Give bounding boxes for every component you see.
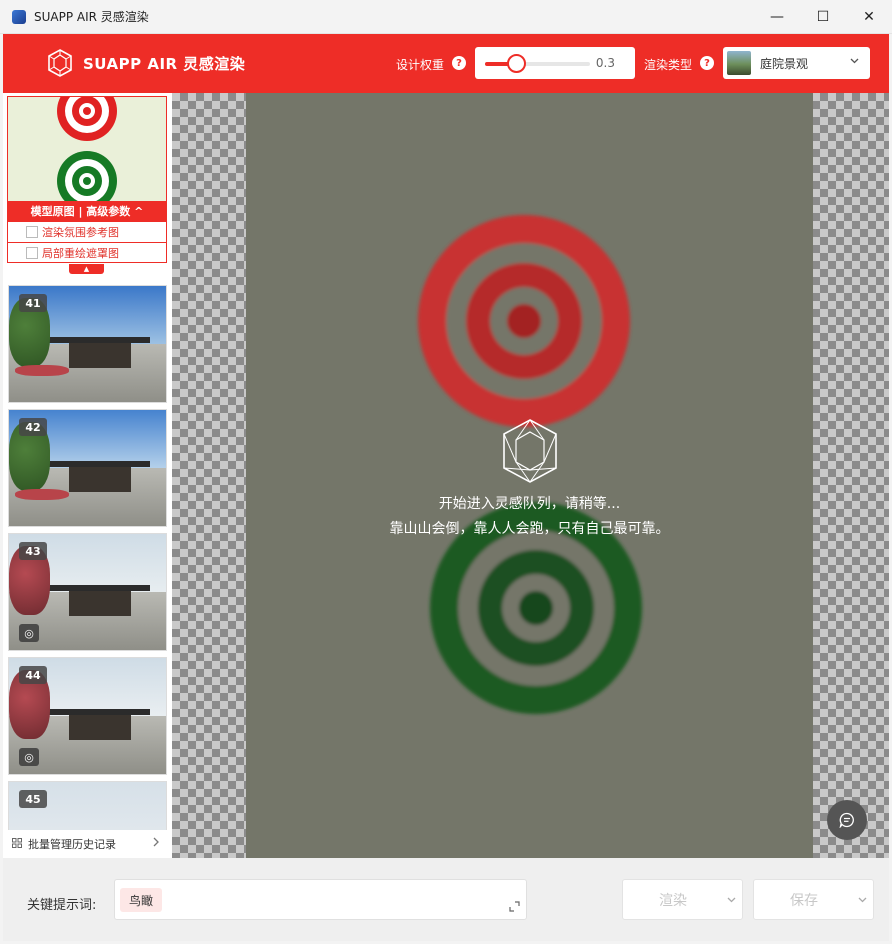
batch-manage-label: 批量管理历史记录 [28,838,116,851]
keyword-label: 关键提示词: [27,898,97,913]
thumbnail-number-badge: 42 [19,418,47,436]
brand-title: SUAPP AIR 灵感渲染 [83,55,246,73]
chevron-down-icon [849,55,860,69]
thumbnail-number-badge: 44 [19,666,47,684]
palette-icon: ◎ [19,748,39,766]
design-weight-slider[interactable]: 0.3 [475,47,635,79]
palette-icon: ◎ [19,624,39,642]
render-type-label: 渲染类型 [644,58,693,72]
batch-manage-history-button[interactable]: 批量管理历史记录 [3,830,172,858]
thumbnail-building [68,590,132,617]
chat-icon [839,812,854,828]
option-label: 局部重绘遮罩图 [42,247,119,260]
window-titlebar: SUAPP AIR 灵感渲染 — ☐ ✕ [0,0,892,34]
thumbnail-flowers [15,364,69,377]
render-preview: 开始进入灵感队列，请稍等... 靠山山会倒，靠人人会跑，只有自己最可靠。 [246,93,813,858]
chevron-right-icon [152,836,160,851]
model-source-image [8,97,166,201]
option-label: 渲染氛围参考图 [42,226,119,239]
expand-icon[interactable] [509,901,520,915]
render-button[interactable]: 渲染 [622,879,743,920]
thumbnail-number-badge: 41 [19,294,47,312]
inpaint-mask-checkbox[interactable] [26,247,38,259]
inpaint-mask-option[interactable]: 局部重绘遮罩图 [8,242,166,262]
close-button[interactable]: ✕ [846,0,892,34]
gem-loading-icon [503,419,557,483]
help-icon[interactable]: ? [452,56,466,70]
slider-handle[interactable] [507,54,526,73]
history-thumbnail[interactable]: 41 [8,285,167,403]
history-thumbnail[interactable]: 44 ◎ [8,657,167,775]
queue-status-text: 开始进入灵感队列，请稍等... [438,496,621,512]
queue-motto-text: 靠山山会倒，靠人人会跑，只有自己最可靠。 [389,521,670,537]
render-type-select[interactable]: 庭院景观 [723,47,870,79]
model-source-card[interactable]: 模型原图 | 高级参数 ^ 渲染氛围参考图 局部重绘遮罩图 [7,96,167,263]
thumbnail-flowers [15,488,69,501]
thumbnail-building [68,714,132,741]
thumbnail-building [68,466,132,493]
grid-icon [12,837,22,851]
help-icon[interactable]: ? [700,56,714,70]
render-type-thumbnail [727,51,751,75]
thumbnail-number-badge: 43 [19,542,47,560]
keyword-tag[interactable]: 鸟瞰 [120,888,163,912]
window-title: SUAPP AIR 灵感渲染 [34,10,149,24]
design-weight-label: 设计权重 [396,58,445,72]
maximize-button[interactable]: ☐ [800,0,846,34]
thumbnail-building [68,342,132,369]
design-weight-value: 0.3 [595,56,615,70]
chevron-down-icon[interactable] [851,880,873,919]
collapse-tab[interactable]: ▲ [69,264,104,274]
thumbnail-number-badge: 45 [19,790,47,808]
save-button[interactable]: 保存 [753,879,874,920]
app-icon [12,9,26,24]
atmosphere-reference-option[interactable]: 渲染氛围参考图 [8,221,166,242]
prompt-bar: 关键提示词: 鸟瞰 渲染 保存 [3,858,889,941]
keyword-input[interactable]: 鸟瞰 [114,879,527,920]
app-header: SUAPP AIR 灵感渲染 设计权重 ? 0.3 渲染类型 ? 庭院景观 [3,34,889,93]
gem-logo-icon [48,49,72,77]
atmosphere-reference-checkbox[interactable] [26,226,38,238]
render-button-label: 渲染 [659,892,687,909]
history-thumbnail[interactable]: 42 [8,409,167,527]
save-button-label: 保存 [790,892,818,909]
history-sidebar: 模型原图 | 高级参数 ^ 渲染氛围参考图 局部重绘遮罩图 ▲ 41 42 43… [3,93,172,858]
render-type-value: 庭院景观 [760,56,809,71]
history-thumbnail[interactable]: 43 ◎ [8,533,167,651]
window-controls: — ☐ ✕ [754,0,892,34]
advanced-params-toggle[interactable]: 模型原图 | 高级参数 ^ [8,201,166,221]
chat-button[interactable] [827,800,867,840]
render-canvas: 开始进入灵感队列，请稍等... 靠山山会倒，靠人人会跑，只有自己最可靠。 [172,93,889,858]
queue-status: 开始进入灵感队列，请稍等... 靠山山会倒，靠人人会跑，只有自己最可靠。 [246,418,813,538]
minimize-button[interactable]: — [754,0,800,34]
chevron-down-icon[interactable] [720,880,742,919]
